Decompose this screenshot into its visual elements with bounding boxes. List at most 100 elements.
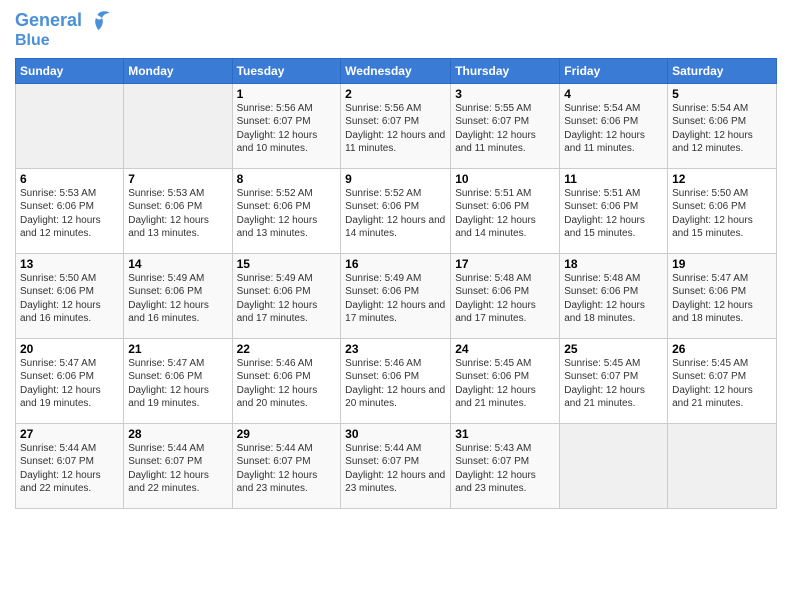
sunrise-text: Sunrise: 5:45 AM <box>672 358 748 369</box>
calendar-cell: 10Sunrise: 5:51 AMSunset: 6:06 PMDayligh… <box>451 168 560 253</box>
weekday-header-thursday: Thursday <box>451 58 560 83</box>
calendar-cell: 7Sunrise: 5:53 AMSunset: 6:06 PMDaylight… <box>124 168 232 253</box>
sunrise-text: Sunrise: 5:44 AM <box>128 443 204 454</box>
sunrise-text: Sunrise: 5:54 AM <box>672 103 748 114</box>
day-number: 8 <box>237 172 337 186</box>
sunset-text: Sunset: 6:07 PM <box>345 456 419 467</box>
sunset-text: Sunset: 6:06 PM <box>237 201 311 212</box>
day-number: 12 <box>672 172 772 186</box>
day-number: 14 <box>128 257 227 271</box>
day-info: Sunrise: 5:44 AMSunset: 6:07 PMDaylight:… <box>128 442 227 496</box>
day-number: 18 <box>564 257 663 271</box>
calendar-cell: 12 Sunrise: 5:50 AM Sunset: 6:06 PM Dayligh… <box>668 168 777 253</box>
day-number: 1 <box>237 87 337 101</box>
calendar-cell: 30Sunrise: 5:44 AMSunset: 6:07 PMDayligh… <box>341 423 451 508</box>
daylight-text: Daylight: 12 hours and 11 minutes. <box>345 130 445 155</box>
day-info: Sunrise: 5:54 AMSunset: 6:06 PMDaylight:… <box>564 102 663 156</box>
sunset-text: Sunset: 6:06 PM <box>128 201 202 212</box>
logo-bird-icon <box>84 10 112 32</box>
sunset-text: Sunset: 6:06 PM <box>237 286 311 297</box>
sunrise-text: Sunrise: 5:56 AM <box>237 103 313 114</box>
sunrise-text: Sunrise: 5:50 AM <box>672 188 748 199</box>
daylight-text: Daylight: 12 hours and 13 minutes. <box>237 215 318 240</box>
day-info: Sunrise: 5:45 AMSunset: 6:07 PMDaylight:… <box>672 357 772 411</box>
daylight-text: Daylight: 12 hours and 23 minutes. <box>455 470 536 495</box>
sunset-text: Sunset: 6:06 PM <box>128 371 202 382</box>
day-number: 15 <box>237 257 337 271</box>
logo-general: General <box>15 10 82 30</box>
day-info: Sunrise: 5:50 AMSunset: 6:06 PMDaylight:… <box>20 272 119 326</box>
calendar-cell: 20Sunrise: 5:47 AMSunset: 6:06 PMDayligh… <box>16 338 124 423</box>
day-info: Sunrise: 5:50 AM Sunset: 6:06 PM Daylight:… <box>672 187 772 241</box>
daylight-text: Daylight: 12 hours and 11 minutes. <box>564 130 645 155</box>
day-info: Sunrise: 5:48 AMSunset: 6:06 PMDaylight:… <box>564 272 663 326</box>
sunset-text: Sunset: 6:06 PM <box>672 201 746 212</box>
daylight-text: Daylight: 12 hours and 14 minutes. <box>455 215 536 240</box>
calendar-cell <box>560 423 668 508</box>
sunrise-text: Sunrise: 5:49 AM <box>237 273 313 284</box>
daylight-text: Daylight: 12 hours and 16 minutes. <box>20 300 101 325</box>
calendar-week-row: 13Sunrise: 5:50 AMSunset: 6:06 PMDayligh… <box>16 253 777 338</box>
day-info: Sunrise: 5:52 AMSunset: 6:06 PMDaylight:… <box>345 187 446 241</box>
sunset-text: Sunset: 6:06 PM <box>564 286 638 297</box>
sunset-text: Sunset: 6:06 PM <box>20 286 94 297</box>
day-info: Sunrise: 5:55 AMSunset: 6:07 PMDaylight:… <box>455 102 555 156</box>
calendar-cell: 1Sunrise: 5:56 AMSunset: 6:07 PMDaylight… <box>232 83 341 168</box>
day-info: Sunrise: 5:49 AMSunset: 6:06 PMDaylight:… <box>345 272 446 326</box>
daylight-text: Daylight: 12 hours and 21 minutes. <box>564 385 645 410</box>
day-number: 2 <box>345 87 446 101</box>
sunset-text: Sunset: 6:07 PM <box>672 371 746 382</box>
day-info: Sunrise: 5:56 AMSunset: 6:07 PMDaylight:… <box>237 102 337 156</box>
calendar-cell: 21Sunrise: 5:47 AMSunset: 6:06 PMDayligh… <box>124 338 232 423</box>
sunset-text: Sunset: 6:07 PM <box>237 116 311 127</box>
daylight-text: Daylight: 12 hours and 15 minutes. <box>672 215 753 240</box>
day-info: Sunrise: 5:46 AMSunset: 6:06 PMDaylight:… <box>345 357 446 411</box>
weekday-header-wednesday: Wednesday <box>341 58 451 83</box>
day-number: 20 <box>20 342 119 356</box>
sunset-text: Sunset: 6:07 PM <box>564 371 638 382</box>
weekday-header-sunday: Sunday <box>16 58 124 83</box>
sunset-text: Sunset: 6:06 PM <box>345 371 419 382</box>
calendar-table: SundayMondayTuesdayWednesdayThursdayFrid… <box>15 58 777 509</box>
daylight-text: Daylight: 12 hours and 16 minutes. <box>128 300 209 325</box>
day-number: 9 <box>345 172 446 186</box>
calendar-cell: 26Sunrise: 5:45 AMSunset: 6:07 PMDayligh… <box>668 338 777 423</box>
day-number: 6 <box>20 172 119 186</box>
day-info: Sunrise: 5:45 AMSunset: 6:06 PMDaylight:… <box>455 357 555 411</box>
calendar-cell: 15Sunrise: 5:49 AMSunset: 6:06 PMDayligh… <box>232 253 341 338</box>
sunrise-text: Sunrise: 5:51 AM <box>564 188 640 199</box>
calendar-cell: 22Sunrise: 5:46 AMSunset: 6:06 PMDayligh… <box>232 338 341 423</box>
calendar-week-row: 1 Sunrise: 5:56 AM Sunset: 6:07 PM Daylight… <box>16 83 777 168</box>
sunrise-text: Sunrise: 5:45 AM <box>564 358 640 369</box>
day-info: Sunrise: 5:49 AMSunset: 6:06 PMDaylight:… <box>237 272 337 326</box>
sunset-text: Sunset: 6:07 PM <box>345 116 419 127</box>
sunrise-text: Sunrise: 5:47 AM <box>20 358 96 369</box>
day-info: Sunrise: 5:49 AMSunset: 6:06 PMDaylight:… <box>128 272 227 326</box>
sunrise-text: Sunrise: 5:45 AM <box>455 358 531 369</box>
sunrise-text: Sunrise: 5:47 AM <box>128 358 204 369</box>
calendar-cell: 4Sunrise: 5:54 AMSunset: 6:06 PMDaylight… <box>560 83 668 168</box>
day-info: Sunrise: 5:44 AMSunset: 6:07 PMDaylight:… <box>20 442 119 496</box>
sunset-text: Sunset: 6:06 PM <box>672 286 746 297</box>
day-number: 23 <box>345 342 446 356</box>
calendar-week-row: 20 Sunrise: 5:47 AM Sunset: 6:06 PM Dayligh… <box>16 338 777 423</box>
daylight-text: Daylight: 12 hours and 18 minutes. <box>564 300 645 325</box>
day-info: Sunrise: 5:47 AMSunset: 6:06 PMDaylight:… <box>672 272 772 326</box>
day-info: Sunrise: 5:44 AMSunset: 6:07 PMDaylight:… <box>345 442 446 496</box>
daylight-text: Daylight: 12 hours and 18 minutes. <box>672 300 753 325</box>
day-info: Sunrise: 5:53 AMSunset: 6:06 PMDaylight:… <box>128 187 227 241</box>
sunrise-text: Sunrise: 5:55 AM <box>455 103 531 114</box>
calendar-cell <box>16 83 124 168</box>
calendar-cell: 25Sunrise: 5:45 AMSunset: 6:07 PMDayligh… <box>560 338 668 423</box>
calendar-cell: 29Sunrise: 5:44 AMSunset: 6:07 PMDayligh… <box>232 423 341 508</box>
header: General Blue <box>15 10 777 50</box>
sunset-text: Sunset: 6:06 PM <box>345 201 419 212</box>
day-info: Sunrise: 5:54 AMSunset: 6:06 PMDaylight:… <box>672 102 772 156</box>
day-number: 26 <box>672 342 772 356</box>
calendar-container: General Blue SundayMondayTuesdayWednesda… <box>0 0 792 519</box>
day-number: 7 <box>128 172 227 186</box>
daylight-text: Daylight: 12 hours and 21 minutes. <box>455 385 536 410</box>
calendar-cell: 14Sunrise: 5:49 AMSunset: 6:06 PMDayligh… <box>124 253 232 338</box>
daylight-text: Daylight: 12 hours and 17 minutes. <box>455 300 536 325</box>
weekday-header-row: SundayMondayTuesdayWednesdayThursdayFrid… <box>16 58 777 83</box>
